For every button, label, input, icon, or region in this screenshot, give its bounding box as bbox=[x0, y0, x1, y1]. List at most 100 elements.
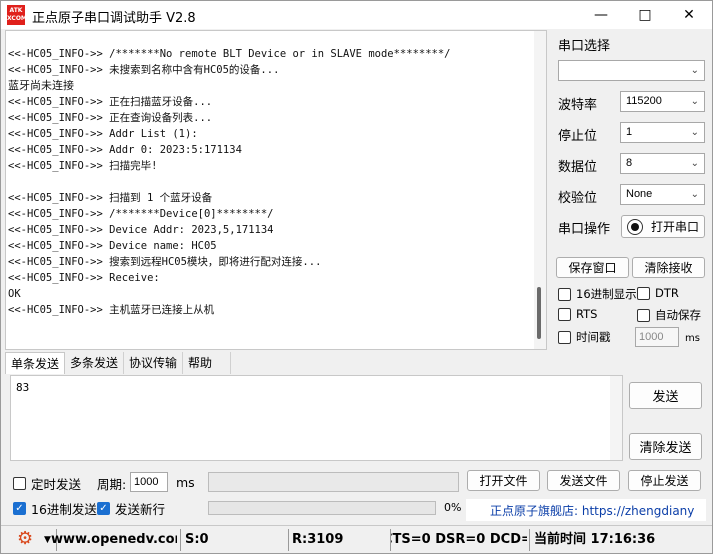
close-icon[interactable]: ✕ bbox=[667, 1, 711, 29]
tab-multi-send[interactable]: 多条发送 bbox=[65, 352, 125, 374]
auto-save-label: 自动保存 bbox=[655, 308, 701, 322]
stop-bits-select[interactable]: 1 ⌄ bbox=[620, 122, 705, 143]
chevron-down-icon: ⌄ bbox=[690, 127, 699, 138]
receive-line: <<-HC05_INFO->> Device Addr: 2023,5,1711… bbox=[8, 224, 274, 236]
receive-line: <<-HC05_INFO->> Addr 0: 2023:5:171134 bbox=[8, 144, 242, 156]
open-file-button[interactable]: 打开文件 bbox=[467, 470, 540, 491]
hex-send-label: 16进制发送 bbox=[31, 502, 97, 517]
maximize-icon[interactable]: □ bbox=[623, 1, 667, 29]
receive-line: <<-HC05_INFO->> 未搜索到名称中含有HC05的设备... bbox=[8, 64, 280, 76]
timed-send-label: 定时发送 bbox=[31, 477, 82, 492]
parity-label: 校验位 bbox=[558, 191, 598, 206]
tab-protocol[interactable]: 协议传输 bbox=[124, 352, 184, 374]
data-bits-label: 数据位 bbox=[558, 160, 598, 175]
status-url[interactable]: www.openedv.com bbox=[51, 528, 177, 552]
status-signals-text: CTS=0 DSR=0 DCD= bbox=[391, 532, 527, 547]
chevron-down-icon: ⌄ bbox=[690, 65, 699, 76]
store-text: 正点原子旗舰店: https://zhengdiany bbox=[490, 503, 695, 518]
receive-lines: <<-HC05_INFO->> /*******No remote BLT De… bbox=[8, 46, 532, 318]
open-port-button[interactable]: 打开串口 bbox=[621, 215, 705, 238]
send-progress-bar bbox=[208, 501, 436, 515]
stop-bits-value: 1 bbox=[626, 126, 633, 138]
checkmark-icon: ✓ bbox=[97, 502, 110, 515]
clear-receive-button[interactable]: 清除接收 bbox=[632, 257, 705, 278]
timestamp-checkbox[interactable]: 时间戳 bbox=[558, 329, 611, 345]
stop-bits-label: 停止位 bbox=[558, 129, 598, 144]
store-link[interactable]: 正点原子旗舰店: https://zhengdiany bbox=[466, 499, 706, 521]
port-status-radio-icon bbox=[627, 218, 643, 235]
chevron-down-icon: ⌄ bbox=[690, 96, 699, 107]
status-signals: CTS=0 DSR=0 DCD= bbox=[391, 528, 527, 552]
port-operation-label: 串口操作 bbox=[558, 222, 611, 237]
hex-send-checkbox[interactable]: ✓ 16进制发送 bbox=[13, 499, 97, 518]
app-window: ATK XCOM 正点原子串口调试助手 V2.8 — □ ✕ <<-HC05_IN… bbox=[0, 0, 713, 554]
parity-value: None bbox=[626, 188, 653, 200]
receive-line: OK bbox=[8, 288, 21, 300]
checkbox-icon bbox=[558, 287, 571, 301]
hex-display-label: 16进制显示 bbox=[576, 287, 637, 301]
status-bar: ⚙ ▼ www.openedv.com S:0 R:3109 CTS=0 DSR… bbox=[1, 525, 712, 553]
baud-select[interactable]: 115200 ⌄ bbox=[620, 91, 705, 112]
baud-label: 波特率 bbox=[558, 98, 598, 113]
rts-label: RTS bbox=[576, 307, 598, 321]
chevron-down-icon: ⌄ bbox=[690, 158, 699, 169]
timestamp-unit: ms bbox=[685, 333, 700, 344]
minimize-icon[interactable]: — bbox=[579, 1, 623, 29]
clear-send-button[interactable]: 清除发送 bbox=[629, 433, 702, 460]
checkmark-icon: ✓ bbox=[13, 502, 26, 515]
settings-gear-icon[interactable]: ⚙ bbox=[17, 528, 37, 552]
checkbox-icon bbox=[558, 307, 571, 321]
send-newline-checkbox[interactable]: ✓ 发送新行 bbox=[97, 499, 165, 518]
parity-select[interactable]: None ⌄ bbox=[620, 184, 705, 205]
dtr-label: DTR bbox=[655, 286, 679, 300]
receive-line: <<-HC05_INFO->> 扫描到 1 个蓝牙设备 bbox=[8, 192, 213, 204]
send-tabs: 单条发送 多条发送 协议传输 帮助 bbox=[5, 352, 232, 374]
receive-area[interactable]: <<-HC05_INFO->> /*******No remote BLT De… bbox=[5, 30, 547, 350]
receive-scrollbar[interactable] bbox=[534, 31, 546, 349]
receive-line: <<-HC05_INFO->> Receive: bbox=[8, 272, 160, 284]
receive-line: 蓝牙尚未连接 bbox=[8, 79, 74, 92]
stop-send-button[interactable]: 停止发送 bbox=[628, 470, 701, 491]
chevron-down-icon: ⌄ bbox=[690, 189, 699, 200]
port-select[interactable]: ⌄ bbox=[558, 60, 705, 81]
auto-save-checkbox[interactable]: 自动保存 bbox=[637, 307, 701, 323]
send-scrollbar[interactable] bbox=[610, 376, 622, 460]
send-button[interactable]: 发送 bbox=[629, 382, 702, 409]
send-progress-text: 0% bbox=[444, 501, 462, 514]
timestamp-input[interactable]: 1000 bbox=[635, 327, 679, 347]
title-bar: ATK XCOM 正点原子串口调试助手 V2.8 — □ ✕ bbox=[1, 1, 712, 29]
data-bits-select[interactable]: 8 ⌄ bbox=[620, 153, 705, 174]
port-select-label: 串口选择 bbox=[558, 39, 611, 54]
scrollbar-thumb[interactable] bbox=[537, 287, 541, 339]
save-window-button[interactable]: 保存窗口 bbox=[556, 257, 629, 278]
send-text: 83 bbox=[16, 381, 30, 394]
receive-line: <<-HC05_INFO->> 扫描完毕! bbox=[8, 160, 158, 172]
file-path-field bbox=[208, 472, 459, 492]
baud-value: 115200 bbox=[626, 95, 662, 107]
dtr-checkbox[interactable]: DTR bbox=[637, 286, 679, 300]
receive-line: <<-HC05_INFO->> Addr List (1): bbox=[8, 128, 198, 140]
open-port-label: 打开串口 bbox=[651, 220, 700, 234]
timed-send-checkbox[interactable]: 定时发送 bbox=[13, 474, 81, 493]
receive-line: <<-HC05_INFO->> Device name: HC05 bbox=[8, 240, 217, 252]
data-bits-value: 8 bbox=[626, 157, 633, 169]
tab-single-send[interactable]: 单条发送 bbox=[5, 352, 66, 374]
status-received-count: R:3109 bbox=[292, 532, 344, 547]
receive-line: <<-HC05_INFO->> 正在扫描蓝牙设备... bbox=[8, 96, 213, 108]
tab-help[interactable]: 帮助 bbox=[183, 352, 232, 374]
checkbox-icon bbox=[13, 477, 26, 490]
status-time: 当前时间 17:16:36 bbox=[534, 532, 656, 547]
rts-checkbox[interactable]: RTS bbox=[558, 307, 597, 321]
period-input[interactable]: 1000 bbox=[130, 472, 168, 492]
status-separator bbox=[529, 529, 530, 551]
hex-display-checkbox[interactable]: 16进制显示 bbox=[558, 286, 637, 302]
status-separator bbox=[288, 529, 289, 551]
send-file-button[interactable]: 发送文件 bbox=[547, 470, 620, 491]
window-title: 正点原子串口调试助手 V2.8 bbox=[32, 11, 196, 26]
timestamp-label: 时间戳 bbox=[576, 330, 611, 344]
receive-line: <<-HC05_INFO->> 主机蓝牙已连接上从机 bbox=[8, 304, 215, 316]
period-unit: ms bbox=[176, 475, 195, 490]
send-newline-label: 发送新行 bbox=[115, 502, 166, 517]
app-logo-icon: ATK XCOM bbox=[7, 5, 27, 25]
send-text-area[interactable]: 83 bbox=[10, 375, 623, 461]
